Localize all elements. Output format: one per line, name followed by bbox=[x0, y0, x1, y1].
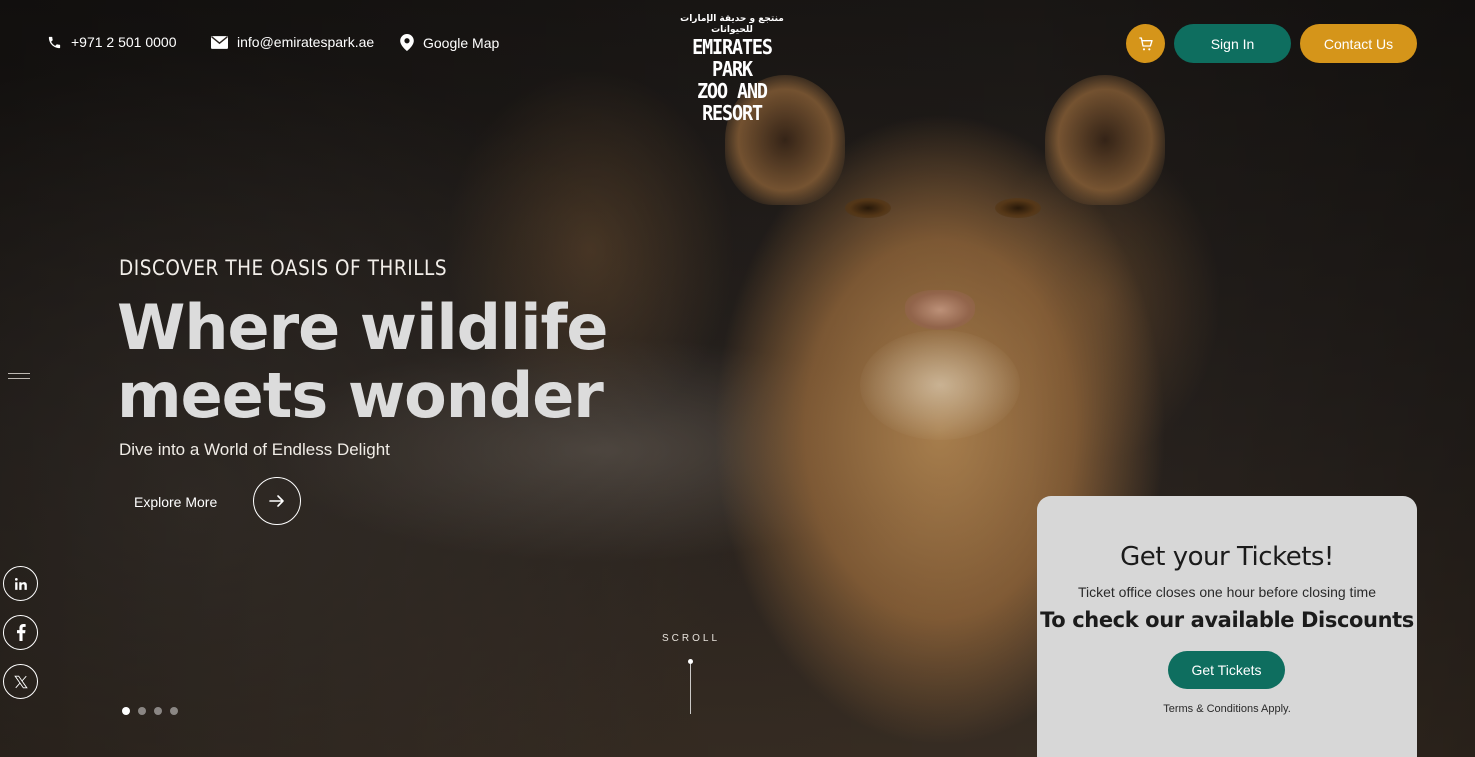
site-logo[interactable]: منتجع و حديقة الإمارات للحيوانات EMIRATE… bbox=[673, 14, 791, 124]
headline-line-1: Where wildlife bbox=[117, 291, 608, 364]
email-text: info@emiratespark.ae bbox=[237, 34, 375, 50]
phone-text: +971 2 501 0000 bbox=[71, 34, 177, 50]
logo-arabic: منتجع و حديقة الإمارات للحيوانات bbox=[680, 14, 784, 35]
phone-icon bbox=[48, 36, 61, 48]
facebook-icon bbox=[16, 624, 26, 641]
hero-headline: Where wildlife meets wonder bbox=[117, 291, 608, 432]
x-icon bbox=[13, 675, 28, 688]
hero-kicker: DISCOVER THE OASIS OF THRILLS bbox=[119, 256, 448, 280]
slider-dot-2[interactable] bbox=[138, 707, 146, 715]
linkedin-link[interactable] bbox=[3, 566, 38, 601]
phone-link[interactable]: +971 2 501 0000 bbox=[47, 34, 177, 50]
explore-more-button[interactable] bbox=[253, 477, 301, 525]
slider-dot-4[interactable] bbox=[170, 707, 178, 715]
arrow-right-icon bbox=[269, 495, 284, 507]
ticket-discount-text: To check our available Discounts bbox=[1040, 608, 1414, 632]
slider-dot-3[interactable] bbox=[154, 707, 162, 715]
explore-more-link[interactable]: Explore More bbox=[134, 494, 217, 510]
x-link[interactable] bbox=[3, 664, 38, 699]
get-tickets-button[interactable]: Get Tickets bbox=[1168, 651, 1285, 689]
mail-icon bbox=[211, 35, 228, 49]
scroll-indicator-line bbox=[690, 664, 691, 714]
hero-subline: Dive into a World of Endless Delight bbox=[119, 440, 390, 459]
logo-line-1: EMIRATES PARK bbox=[692, 35, 773, 81]
menu-toggle[interactable] bbox=[8, 373, 30, 381]
scroll-indicator-label: SCROLL bbox=[662, 633, 721, 644]
slider-dots bbox=[122, 707, 178, 715]
terms-link[interactable]: Terms & Conditions Apply. bbox=[1037, 703, 1417, 715]
headline-line-2: meets wonder bbox=[117, 359, 604, 432]
facebook-link[interactable] bbox=[3, 615, 38, 650]
map-text: Google Map bbox=[423, 34, 500, 51]
email-link[interactable]: info@emiratespark.ae bbox=[211, 34, 374, 50]
linkedin-icon bbox=[14, 577, 27, 590]
google-map-link[interactable]: Google Map bbox=[400, 34, 499, 51]
ticket-note: Ticket office closes one hour before clo… bbox=[1077, 584, 1377, 600]
ticket-title: Get your Tickets! bbox=[1120, 542, 1334, 572]
contact-us-button[interactable]: Contact Us bbox=[1300, 24, 1417, 63]
cart-icon bbox=[1138, 36, 1153, 50]
menu-line bbox=[8, 378, 30, 379]
menu-line bbox=[8, 373, 30, 374]
sign-in-button[interactable]: Sign In bbox=[1174, 24, 1291, 63]
cart-button[interactable] bbox=[1126, 24, 1165, 63]
map-pin-icon bbox=[400, 34, 414, 51]
logo-line-2: ZOO AND RESORT bbox=[697, 79, 768, 125]
slider-dot-1[interactable] bbox=[122, 707, 130, 715]
ticket-card: Get your Tickets! Ticket office closes o… bbox=[1037, 496, 1417, 757]
